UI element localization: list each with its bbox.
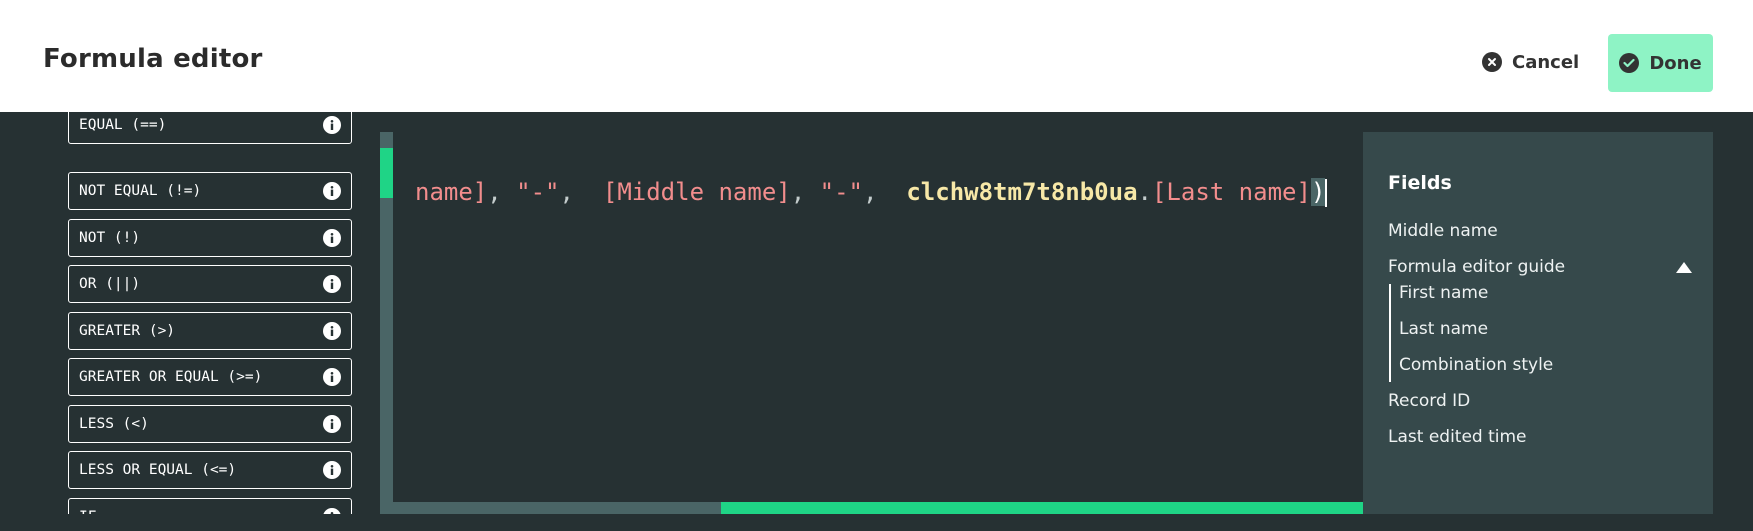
- function-label: GREATER OR EQUAL (>=): [79, 369, 263, 385]
- info-icon[interactable]: [323, 182, 341, 200]
- function-label: OR (||): [79, 276, 141, 292]
- function-equal[interactable]: EQUAL (==): [68, 112, 352, 144]
- horizontal-scrollbar-thumb[interactable]: [721, 502, 1363, 514]
- info-icon[interactable]: [323, 508, 341, 514]
- function-if[interactable]: IF: [68, 498, 352, 514]
- done-button[interactable]: Done: [1608, 34, 1713, 92]
- check-circle-icon: [1619, 53, 1640, 73]
- token-punct: ,: [862, 178, 907, 206]
- token-punct: ,: [790, 178, 820, 206]
- header: Formula editor Cancel Done: [0, 0, 1753, 112]
- function-label: IF: [79, 509, 96, 514]
- field-middle-name[interactable]: Middle name: [1388, 221, 1498, 241]
- close-circle-icon: [1482, 52, 1502, 72]
- info-icon[interactable]: [323, 229, 341, 247]
- info-icon[interactable]: [323, 415, 341, 433]
- group-divider: [1389, 284, 1391, 382]
- fields-title: Fields: [1388, 172, 1452, 194]
- field-combination-style[interactable]: Combination style: [1399, 355, 1553, 375]
- function-list[interactable]: EQUAL (==) NOT EQUAL (!=) NOT (!) OR (||…: [68, 112, 356, 514]
- formula-editor[interactable]: name], "-", [Middle name], "-", clchw8tm…: [393, 132, 1363, 502]
- field-group-formula-editor-guide[interactable]: Formula editor guide: [1388, 257, 1565, 277]
- token-punct: ,: [487, 178, 517, 206]
- function-or[interactable]: OR (||): [68, 265, 352, 303]
- info-icon[interactable]: [323, 116, 341, 134]
- token-field: name]: [415, 178, 488, 206]
- token-table-id: clchw8tm7t8nb0ua: [906, 178, 1138, 206]
- token-paren: ): [1310, 178, 1326, 206]
- field-last-edited-time[interactable]: Last edited time: [1388, 427, 1527, 447]
- token-punct: ,: [559, 178, 603, 206]
- cancel-button[interactable]: Cancel: [1482, 34, 1592, 90]
- cancel-label: Cancel: [1512, 51, 1580, 73]
- token-string: "-": [516, 178, 560, 206]
- token-field: [Last name]: [1151, 178, 1311, 206]
- text-cursor: [1325, 179, 1328, 207]
- token-string: "-": [819, 178, 863, 206]
- info-icon[interactable]: [323, 461, 341, 479]
- function-label: LESS (<): [79, 416, 149, 432]
- info-icon[interactable]: [323, 322, 341, 340]
- code-line[interactable]: name], "-", [Middle name], "-", clchw8tm…: [415, 174, 1328, 210]
- function-label: LESS OR EQUAL (<=): [79, 462, 237, 478]
- triangle-up-icon[interactable]: [1676, 262, 1692, 273]
- token-field: [Middle name]: [602, 178, 791, 206]
- info-icon[interactable]: [323, 368, 341, 386]
- function-label: GREATER (>): [79, 323, 176, 339]
- function-not[interactable]: NOT (!): [68, 219, 352, 257]
- field-last-name[interactable]: Last name: [1399, 319, 1488, 339]
- active-line-marker: [380, 148, 393, 198]
- function-less[interactable]: LESS (<): [68, 405, 352, 443]
- page-title: Formula editor: [43, 44, 263, 74]
- function-greater[interactable]: GREATER (>): [68, 312, 352, 350]
- function-label: EQUAL (==): [79, 117, 167, 133]
- token-punct: .: [1137, 178, 1152, 206]
- function-greater-or-equal[interactable]: GREATER OR EQUAL (>=): [68, 358, 352, 396]
- info-icon[interactable]: [323, 275, 341, 293]
- field-record-id[interactable]: Record ID: [1388, 391, 1470, 411]
- done-label: Done: [1649, 52, 1702, 74]
- function-not-equal[interactable]: NOT EQUAL (!=): [68, 172, 352, 210]
- field-first-name[interactable]: First name: [1399, 283, 1488, 303]
- function-label: NOT EQUAL (!=): [79, 183, 202, 199]
- fields-panel: Fields Middle name Formula editor guide …: [1363, 132, 1713, 514]
- function-label: NOT (!): [79, 230, 141, 246]
- function-less-or-equal[interactable]: LESS OR EQUAL (<=): [68, 451, 352, 489]
